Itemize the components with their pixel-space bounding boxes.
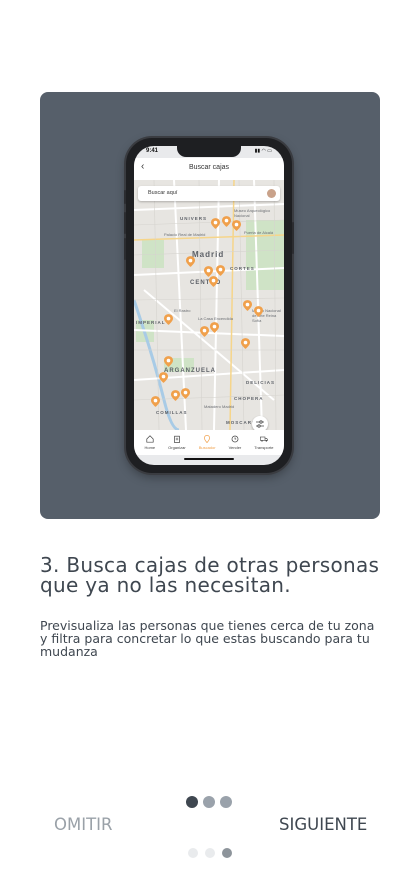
skip-button[interactable]: OMITIR bbox=[54, 815, 113, 834]
search-input[interactable]: Buscar aquí bbox=[138, 186, 280, 201]
phone-screen: 9:41 ▮▮ ◠ ▭ Madrid CENTRO UNIVERS CORTES… bbox=[134, 146, 284, 465]
search-placeholder: Buscar aquí bbox=[148, 190, 178, 196]
map-place-label: Puerta de Alcalá bbox=[244, 230, 274, 235]
map-place-label: Museo Arqueológico Nacional bbox=[234, 208, 271, 218]
map-pin-icon[interactable] bbox=[181, 388, 190, 399]
map-pin-icon[interactable] bbox=[164, 314, 173, 325]
map-pin-icon[interactable] bbox=[232, 220, 241, 231]
map-place-label: Palacio Real de Madrid bbox=[164, 232, 206, 237]
map-district-label: DELICIAS bbox=[246, 380, 276, 385]
avatar[interactable] bbox=[267, 189, 276, 198]
page-dot bbox=[205, 848, 215, 858]
status-time: 9:41 bbox=[146, 148, 159, 154]
map-pin-icon[interactable] bbox=[151, 396, 160, 407]
tab-home[interactable]: Home bbox=[144, 435, 155, 450]
map-city-label: Madrid bbox=[192, 250, 225, 259]
tab-label: Transporte bbox=[254, 445, 274, 450]
tab-vender[interactable]: Vender bbox=[228, 435, 242, 450]
page-dot bbox=[188, 848, 198, 858]
onboarding-illustration: 9:41 ▮▮ ◠ ▭ Madrid CENTRO UNIVERS CORTES… bbox=[40, 92, 380, 519]
map-district-label: ARGANZUELA bbox=[164, 368, 216, 374]
clipboard-icon bbox=[174, 435, 180, 443]
map-place-label: Matadero Madrid bbox=[204, 404, 235, 409]
map-pin-icon[interactable] bbox=[241, 338, 250, 349]
map-pin-icon[interactable] bbox=[171, 390, 180, 401]
page-title: 3. Busca cajas de otras personas que ya … bbox=[40, 553, 380, 597]
page-dot[interactable] bbox=[186, 796, 198, 808]
truck-icon bbox=[259, 436, 268, 442]
map-pin-icon[interactable] bbox=[211, 218, 220, 229]
map-view: Madrid CENTRO UNIVERS CORTES ARGANZUELA … bbox=[134, 180, 284, 432]
map-district-label: CORTES bbox=[230, 266, 255, 271]
map-pin-icon[interactable] bbox=[200, 326, 209, 337]
map-pin-icon[interactable] bbox=[254, 306, 263, 317]
tab-label: Vender bbox=[228, 445, 242, 450]
home-indicator bbox=[184, 458, 234, 460]
map-district-label: CHOPERA bbox=[234, 396, 264, 401]
clock-icon bbox=[231, 435, 239, 443]
map-district-label: IMPERIAL bbox=[136, 320, 166, 325]
app-title: Buscar cajas bbox=[188, 164, 230, 171]
map-pin-icon[interactable] bbox=[159, 372, 168, 383]
page-dot bbox=[222, 848, 232, 858]
map-place-label: La Casa Encendida bbox=[198, 316, 233, 321]
map-pin-icon[interactable] bbox=[209, 276, 218, 287]
bottom-tab-bar: Home Organizar Buscador Vender Transport… bbox=[134, 430, 284, 455]
page-indicator bbox=[186, 796, 232, 808]
map-pin-icon[interactable] bbox=[186, 256, 195, 267]
page-dot[interactable] bbox=[203, 796, 215, 808]
tab-transporte[interactable]: Transporte bbox=[254, 435, 273, 450]
map-pin-icon[interactable] bbox=[222, 216, 231, 227]
page-description: Previsualiza las personas que tienes cer… bbox=[40, 618, 375, 659]
next-button[interactable]: SIGUIENTE bbox=[279, 815, 367, 834]
map-pin-icon[interactable] bbox=[216, 265, 225, 276]
tab-label: Buscador bbox=[198, 445, 216, 450]
map-pin-icon bbox=[204, 435, 211, 443]
map-pin-icon[interactable] bbox=[164, 356, 173, 367]
tab-organizar[interactable]: Organizar bbox=[168, 435, 186, 450]
tab-label: Organizar bbox=[168, 445, 186, 450]
page-indicator-secondary bbox=[188, 848, 232, 858]
status-icons: ▮▮ ◠ ▭ bbox=[254, 148, 272, 154]
tab-buscador[interactable]: Buscador bbox=[199, 435, 216, 450]
map-district-label: UNIVERS bbox=[180, 216, 208, 221]
page-dot[interactable] bbox=[220, 796, 232, 808]
app-header: ‹ Buscar cajas bbox=[134, 158, 284, 180]
map-pin-icon[interactable] bbox=[210, 322, 219, 333]
map-district-label: COMILLAS bbox=[156, 410, 188, 415]
map-pin-icon[interactable] bbox=[243, 300, 252, 311]
home-icon bbox=[146, 435, 154, 443]
tab-label: Home bbox=[144, 445, 156, 450]
phone-mockup: 9:41 ▮▮ ◠ ▭ Madrid CENTRO UNIVERS CORTES… bbox=[124, 138, 294, 473]
map-place-label: El Rastro bbox=[174, 308, 191, 313]
